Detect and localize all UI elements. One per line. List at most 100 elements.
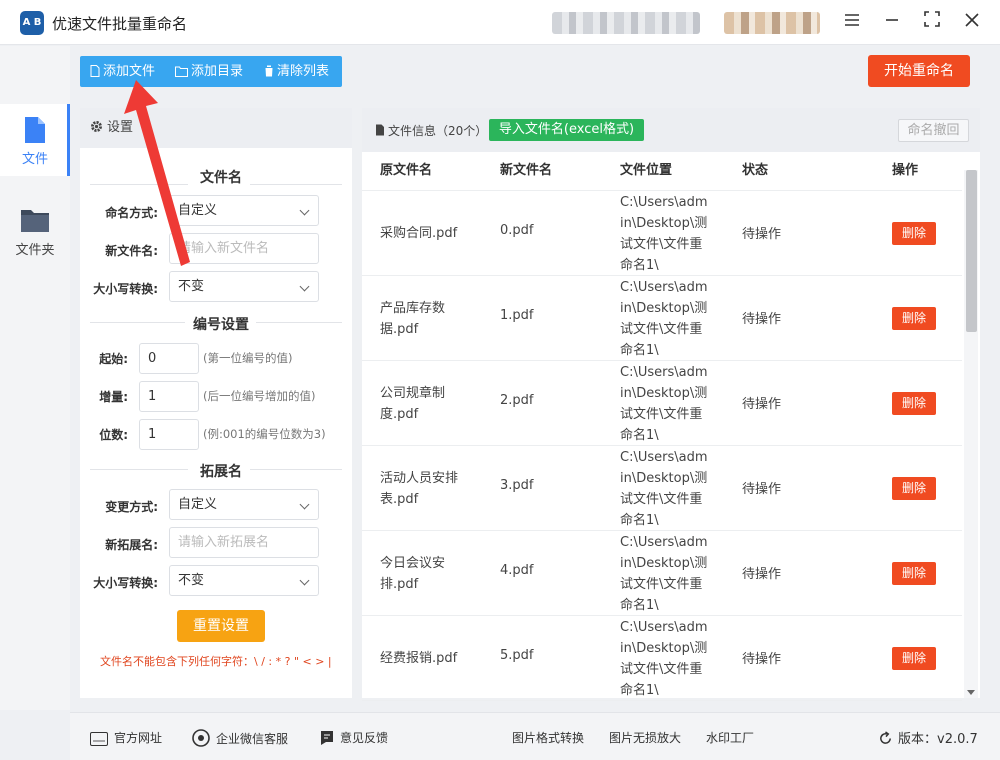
delete-button[interactable]: 删除 [892, 647, 936, 670]
new-filename: 4.pdf [500, 563, 534, 578]
clear-list-button[interactable]: 清除列表 [264, 56, 329, 87]
wechat-support-link[interactable]: 企业微信客服 [192, 729, 288, 747]
sidebar-item-label: 文件夹 [15, 243, 55, 258]
status-text: 待操作 [742, 482, 782, 497]
table-row: 今日会议安排.pdf 4.pdf C:\Users\admin\Desktop\… [362, 531, 962, 616]
divider [90, 469, 188, 470]
ext-mode-select[interactable]: 自定义 [169, 489, 319, 520]
settings-panel: 设置 文件名 命名方式: 自定义 新文件名: 大小写转换: 不变 编号设置 起始… [80, 108, 352, 698]
file-location: C:\Users\admin\Desktop\测试文件\文件重命名1\ [620, 449, 708, 528]
table-row: 采购合同.pdf 0.pdf C:\Users\admin\Desktop\测试… [362, 191, 962, 276]
start-number-input[interactable]: 0 [139, 343, 199, 374]
undo-rename-button[interactable]: 命名撤回 [898, 119, 969, 142]
status-text: 待操作 [742, 397, 782, 412]
delete-button[interactable]: 删除 [892, 477, 936, 500]
add-directory-label: 添加目录 [191, 64, 244, 79]
delete-button[interactable]: 删除 [892, 562, 936, 585]
step-hint: (后一位编号增加的值) [203, 389, 316, 403]
column-header-location: 文件位置 [620, 163, 673, 178]
case-value: 不变 [178, 279, 205, 294]
footer: 官方网址 企业微信客服 意见反馈 图片格式转换 图片无损放大 水印工厂 版本：v… [70, 712, 1000, 760]
menu-icon[interactable] [837, 8, 867, 36]
sidebar-item-files[interactable]: 文件 [0, 104, 70, 176]
watermark-link[interactable]: 水印工厂 [706, 729, 754, 746]
folder-icon [175, 66, 188, 77]
website-label: 官方网址 [114, 731, 163, 745]
app-title: 优速文件批量重命名 [52, 15, 188, 33]
clear-list-label: 清除列表 [277, 64, 330, 79]
add-file-button[interactable]: 添加文件 [90, 56, 155, 87]
naming-mode-select[interactable]: 自定义 [169, 195, 319, 226]
invalid-chars-warning: 文件名不能包含下列任何字符：\ / : * ? " < > | [100, 655, 332, 668]
new-ext-input[interactable] [169, 527, 319, 558]
new-filename: 5.pdf [500, 648, 534, 663]
new-filename: 1.pdf [500, 308, 534, 323]
gear-icon [91, 121, 102, 132]
import-excel-button[interactable]: 导入文件名(excel格式) [489, 119, 644, 141]
reset-settings-button[interactable]: 重置设置 [177, 610, 265, 642]
chevron-down-icon [299, 499, 310, 510]
scrollbar-thumb[interactable] [966, 170, 977, 332]
new-ext-label: 新拓展名: [105, 538, 158, 552]
vertical-scrollbar[interactable] [964, 170, 978, 698]
sidebar-item-folders[interactable]: 文件夹 [0, 201, 70, 273]
app-logo: A B [20, 11, 44, 35]
new-filename: 3.pdf [500, 478, 534, 493]
start-rename-button[interactable]: 开始重命名 [868, 55, 970, 87]
blurred-account-info [552, 12, 700, 34]
digits-input[interactable]: 1 [139, 419, 199, 450]
delete-button[interactable]: 删除 [892, 392, 936, 415]
original-filename: 今日会议安排.pdf [380, 555, 446, 592]
filename-section-title: 文件名 [200, 170, 242, 186]
delete-button[interactable]: 删除 [892, 222, 936, 245]
feedback-link[interactable]: 意见反馈 [320, 729, 388, 746]
column-header-action: 操作 [892, 163, 919, 178]
new-name-input[interactable] [169, 233, 319, 264]
image-convert-link[interactable]: 图片格式转换 [512, 729, 584, 746]
case-label: 大小写转换: [93, 282, 158, 296]
website-link[interactable]: 官方网址 [90, 729, 162, 746]
table-row: 经费报销.pdf 5.pdf C:\Users\admin\Desktop\测试… [362, 616, 962, 701]
new-name-label: 新文件名: [105, 244, 158, 258]
column-header-status: 状态 [742, 163, 769, 178]
table-row: 活动人员安排表.pdf 3.pdf C:\Users\admin\Desktop… [362, 446, 962, 531]
file-location: C:\Users\admin\Desktop\测试文件\文件重命名1\ [620, 364, 708, 443]
file-info-title: 文件信息（20个） [375, 122, 487, 139]
ext-case-select[interactable]: 不变 [169, 565, 319, 596]
digits-label: 位数: [99, 428, 128, 442]
ext-mode-value: 自定义 [178, 497, 218, 512]
maximize-icon[interactable] [917, 8, 947, 36]
file-location: C:\Users\admin\Desktop\测试文件\文件重命名1\ [620, 534, 708, 613]
blurred-user-badge [724, 12, 820, 34]
folder-icon [21, 210, 49, 232]
close-icon[interactable] [957, 8, 987, 36]
file-location: C:\Users\admin\Desktop\测试文件\文件重命名1\ [620, 194, 708, 273]
image-enlarge-link[interactable]: 图片无损放大 [609, 729, 681, 746]
website-icon [90, 732, 108, 746]
file-icon [25, 117, 45, 143]
scroll-down-arrow[interactable] [967, 690, 975, 695]
minimize-icon[interactable] [877, 8, 907, 36]
table-row: 产品库存数据.pdf 1.pdf C:\Users\admin\Desktop\… [362, 276, 962, 361]
title-bar: A B 优速文件批量重命名 [0, 0, 1000, 45]
delete-button[interactable]: 删除 [892, 307, 936, 330]
step-input[interactable]: 1 [139, 381, 199, 412]
version-number: v2.0.7 [937, 732, 978, 747]
file-icon [376, 124, 384, 136]
extension-section-title: 拓展名 [200, 464, 242, 480]
divider [90, 184, 188, 185]
add-file-label: 添加文件 [103, 64, 156, 79]
sidebar-item-label: 文件 [21, 152, 48, 167]
sidebar: 文件 文件夹 [0, 46, 70, 710]
naming-mode-value: 自定义 [178, 203, 218, 218]
digits-hint: (例:001的编号位数为3) [203, 427, 326, 441]
status-text: 待操作 [742, 567, 782, 582]
divider [250, 469, 342, 470]
original-filename: 产品库存数据.pdf [380, 300, 446, 337]
case-select[interactable]: 不变 [169, 271, 319, 302]
start-hint: (第一位编号的值) [203, 351, 293, 365]
status-text: 待操作 [742, 652, 782, 667]
add-directory-button[interactable]: 添加目录 [175, 56, 243, 87]
chevron-down-icon [299, 281, 310, 292]
trash-icon [264, 65, 274, 77]
